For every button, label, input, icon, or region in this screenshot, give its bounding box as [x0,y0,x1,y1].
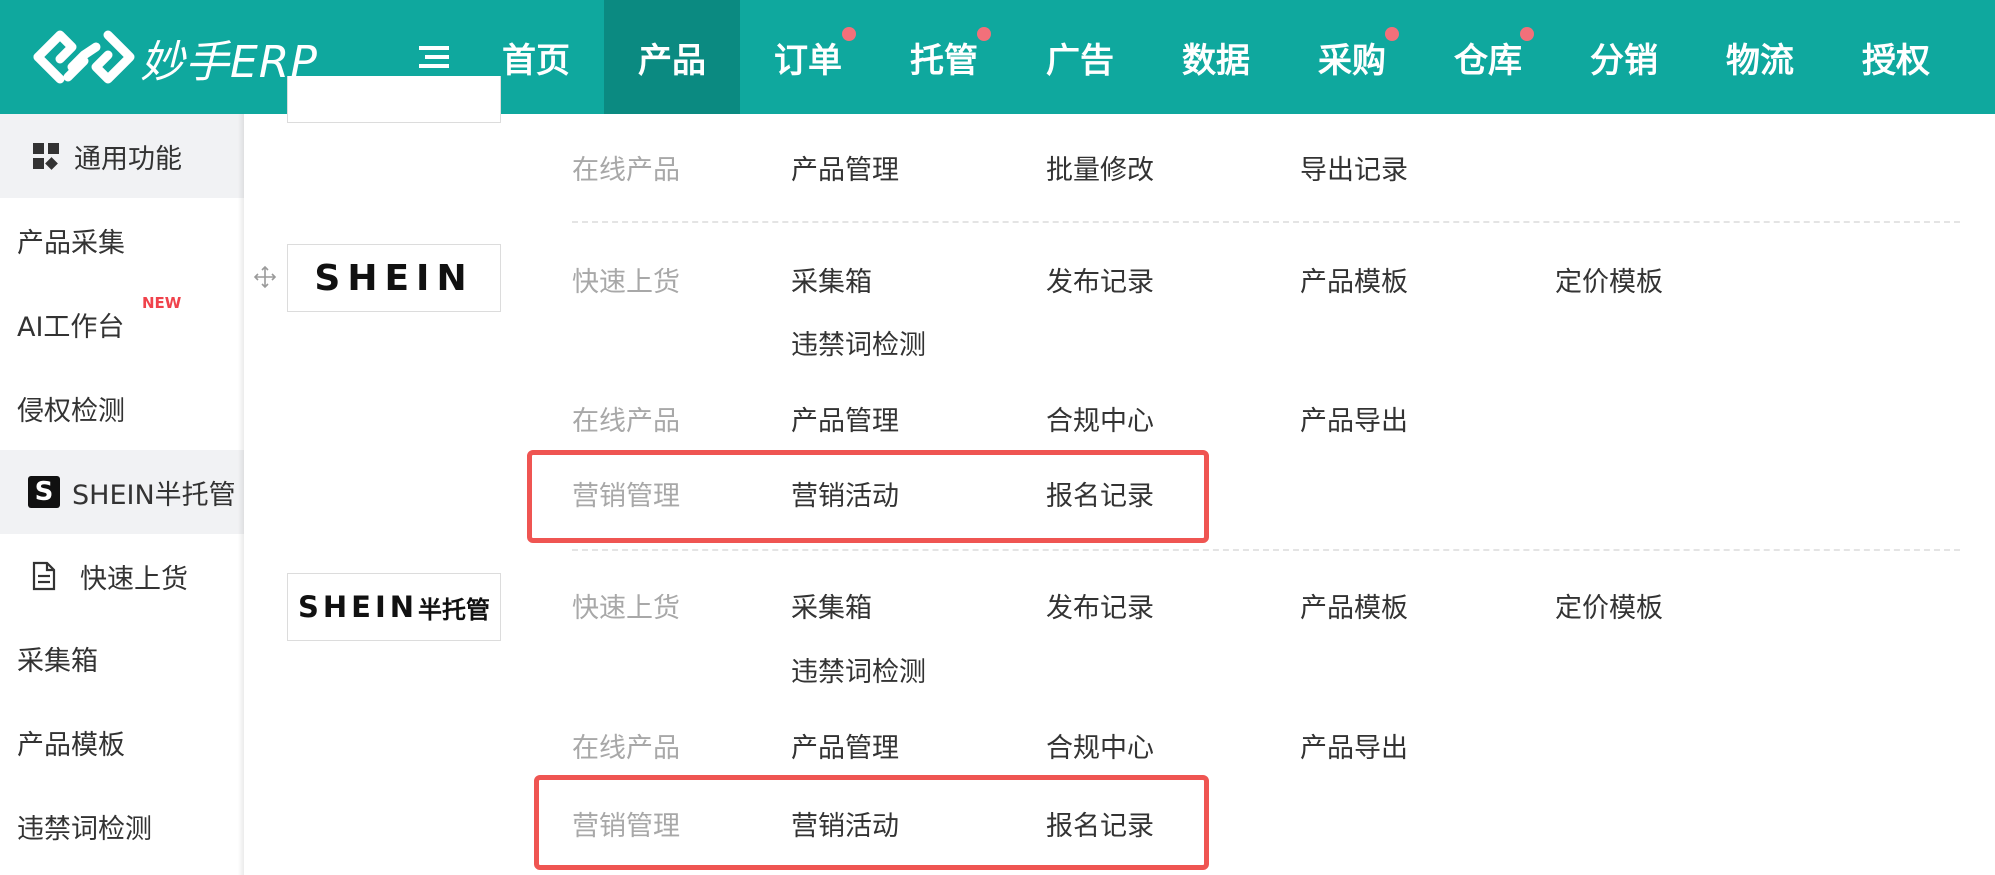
sidebar-item-label: SHEIN半托管 [72,479,236,511]
sidebar-item-product-template[interactable]: 产品模板 [0,722,244,762]
link-marketing-activities[interactable]: 营销活动 [791,804,899,843]
link-banned-words[interactable]: 违禁词检测 [791,650,926,689]
link-product-template[interactable]: 产品模板 [1300,586,1408,625]
link-product-management[interactable]: 产品管理 [791,148,899,187]
sidebar-item-label: 采集箱 [17,645,98,677]
document-icon [32,561,56,591]
sidebar-item-label: 快速上货 [80,563,188,595]
nav-products[interactable]: 产品 [604,0,740,114]
link-product-template[interactable]: 产品模板 [1300,260,1408,299]
notification-dot [1520,27,1534,41]
notification-dot [977,27,991,41]
sidebar-item-product-collect[interactable]: 产品采集 [0,220,244,260]
drag-handle-icon[interactable] [252,264,278,290]
nav-data[interactable]: 数据 [1148,0,1284,114]
grid-icon [33,143,59,170]
sidebar-item-label: 通用功能 [74,143,182,175]
sidebar-item-label: AI工作台 [17,311,125,343]
link-product-management[interactable]: 产品管理 [791,726,899,765]
link-publish-records[interactable]: 发布记录 [1046,260,1154,299]
sidebar-item-label: 违禁词检测 [17,813,152,845]
nav-logistics[interactable]: 物流 [1692,0,1828,114]
shein-semi-hosted-logo: SHEIN 半托管 [287,573,501,641]
sidebar-item-label: 产品模板 [17,729,125,761]
nav-ads[interactable]: 广告 [1012,0,1148,114]
sidebar-section-general[interactable]: 通用功能 [0,114,244,198]
link-collection-box[interactable]: 采集箱 [791,260,872,299]
link-compliance-center[interactable]: 合规中心 [1046,726,1154,765]
link-marketing-activities[interactable]: 营销活动 [791,474,899,513]
link-batch-edit[interactable]: 批量修改 [1046,148,1154,187]
divider [572,549,1960,551]
category-marketing: 营销管理 [572,481,680,512]
nav-orders[interactable]: 订单 [740,0,876,114]
link-registration-records[interactable]: 报名记录 [1046,474,1154,513]
category-marketing: 营销管理 [572,811,680,842]
link-pricing-template[interactable]: 定价模板 [1555,260,1663,299]
menu-collapse-icon[interactable] [417,40,451,74]
divider [572,221,1960,223]
nav-authorization[interactable]: 授权 [1828,0,1964,114]
link-compliance-center[interactable]: 合规中心 [1046,399,1154,438]
sidebar-item-banned-words[interactable]: 违禁词检测 [0,806,244,846]
link-product-management[interactable]: 产品管理 [791,399,899,438]
link-product-export[interactable]: 产品导出 [1300,726,1408,765]
category-online-products: 在线产品 [572,733,680,764]
nav-warehouse[interactable]: 仓库 [1420,0,1556,114]
category-quick-listing: 快速上货 [572,267,680,298]
link-product-export[interactable]: 产品导出 [1300,399,1408,438]
category-online-products: 在线产品 [572,406,680,437]
link-banned-words[interactable]: 违禁词检测 [791,323,926,362]
link-collection-box[interactable]: 采集箱 [791,586,872,625]
new-badge: NEW [142,294,182,312]
sidebar-item-label: 侵权检测 [17,395,125,427]
sidebar-item-collection-box[interactable]: 采集箱 [0,638,244,678]
sidebar: 通用功能 产品采集 AI工作台 NEW 侵权检测 S SHEIN半托管 快速上货… [0,114,244,875]
sidebar-section-shein-semi[interactable]: S SHEIN半托管 [0,450,244,534]
link-publish-records[interactable]: 发布记录 [1046,586,1154,625]
link-pricing-template[interactable]: 定价模板 [1555,586,1663,625]
notification-dot [842,27,856,41]
sidebar-item-infringement-check[interactable]: 侵权检测 [0,388,244,428]
sidebar-item-label: 产品采集 [17,227,125,259]
link-registration-records[interactable]: 报名记录 [1046,804,1154,843]
platform-logo-partial [287,76,501,123]
sidebar-item-quick-listing[interactable]: 快速上货 [0,554,244,598]
link-export-records[interactable]: 导出记录 [1300,148,1408,187]
category-quick-listing: 快速上货 [572,593,680,624]
brand-logo-icon [33,30,135,84]
nav-hosting[interactable]: 托管 [876,0,1012,114]
sidebar-item-ai-workbench[interactable]: AI工作台 NEW [0,294,244,344]
notification-dot [1385,27,1399,41]
shein-logo: SHEIN [287,244,501,312]
shein-s-icon: S [28,476,60,508]
nav-distribution[interactable]: 分销 [1556,0,1692,114]
nav-purchase[interactable]: 采购 [1284,0,1420,114]
category-online-products: 在线产品 [572,155,680,186]
